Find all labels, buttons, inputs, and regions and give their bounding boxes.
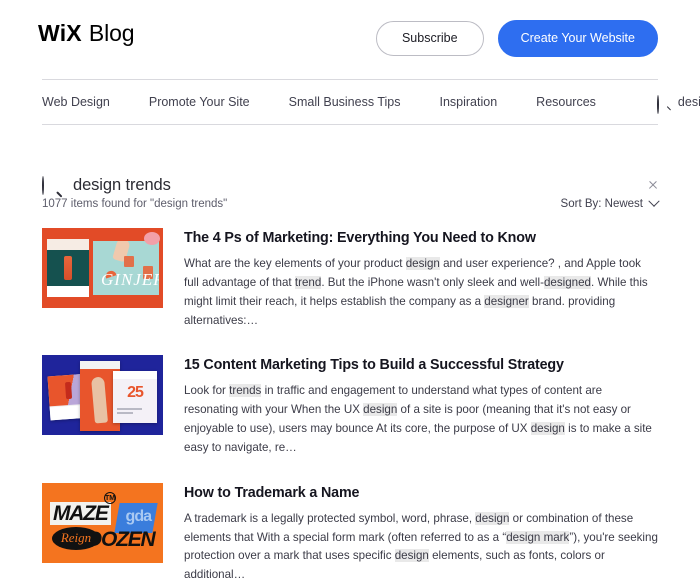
result-snippet: Look for trends in traffic and engagemen…: [184, 384, 652, 454]
header-actions: Subscribe Create Your Website: [375, 20, 658, 57]
ginjer-wordmark: GINJER: [101, 270, 159, 289]
trademark-icon: TM: [104, 491, 116, 504]
maze-wordmark: MAZE: [50, 501, 111, 525]
thumbnail-social-cards[interactable]: 25: [42, 355, 163, 436]
highlighted-term: trend: [294, 275, 322, 289]
highlighted-term: design: [475, 511, 510, 525]
result-title[interactable]: The 4 Ps of Marketing: Everything You Ne…: [184, 230, 658, 247]
nav-item-small-business-tips[interactable]: Small Business Tips: [289, 95, 401, 109]
search-panel: design trends 1077 items found for "desi…: [42, 125, 660, 210]
highlighted-term: design mark: [506, 530, 570, 544]
result-snippet: A trademark is a legally protected symbo…: [184, 511, 658, 582]
search-input[interactable]: design trends: [42, 175, 644, 197]
clear-search-button[interactable]: [644, 176, 662, 194]
wix-blog-logo[interactable]: WiX Blog: [38, 20, 135, 47]
highlighted-term: design: [530, 422, 565, 435]
highlighted-term: designed: [543, 275, 591, 289]
search-icon: [656, 95, 672, 114]
result-title[interactable]: 15 Content Marketing Tips to Build a Suc…: [184, 357, 658, 374]
nav-search-query: design trends: [677, 95, 700, 109]
results-meta: 1077 items found for "design trends" Sor…: [42, 195, 660, 210]
create-website-button[interactable]: Create Your Website: [497, 20, 658, 57]
logo-blog-text: Blog: [88, 20, 135, 46]
nav-item-web-design[interactable]: Web Design: [42, 95, 110, 109]
result-item[interactable]: 25 15 Content Marketing Tips to Build a …: [42, 355, 658, 457]
gda-text: gda: [125, 507, 152, 525]
highlighted-term: design: [394, 549, 429, 563]
subscribe-button[interactable]: Subscribe: [375, 21, 484, 56]
social-card-glyph: 25: [127, 383, 144, 401]
thumbnail-ginjer-branding[interactable]: GINJER: [42, 228, 163, 308]
result-item[interactable]: GINJER The 4 Ps of Marketing: Everything…: [42, 228, 658, 330]
highlighted-term: design: [405, 257, 440, 271]
result-snippet: What are the key elements of your produc…: [184, 257, 648, 327]
nav-item-inspiration[interactable]: Inspiration: [439, 95, 497, 109]
search-results-list: GINJER The 4 Ps of Marketing: Everything…: [42, 228, 658, 585]
thumbnail-maze-dozen-logo[interactable]: gda MAZE TM DOZEN Reign: [42, 482, 163, 563]
highlighted-term: design: [363, 403, 398, 417]
site-header: WiX Blog Subscribe Create Your Website: [0, 0, 700, 79]
highlighted-term: designer: [484, 294, 529, 308]
sort-by-label: Sort By: Newest: [560, 198, 643, 210]
nav-item-promote-your-site[interactable]: Promote Your Site: [149, 95, 250, 109]
result-title[interactable]: How to Trademark a Name: [184, 485, 658, 502]
search-input-value: design trends: [73, 175, 171, 194]
chevron-down-icon: [648, 195, 660, 207]
highlighted-term: trends: [229, 384, 262, 398]
nav-search-control[interactable]: design trends: [656, 95, 700, 114]
reign-wordmark: Reign: [60, 530, 92, 546]
logo-wix-text: WiX: [38, 20, 82, 46]
results-count-text: 1077 items found for "design trends": [42, 198, 228, 210]
search-icon: [42, 175, 63, 197]
sort-by-dropdown[interactable]: Sort By: Newest: [560, 195, 660, 210]
nav-item-resources[interactable]: Resources: [536, 95, 596, 109]
result-item[interactable]: gda MAZE TM DOZEN Reign How to Trademark…: [42, 482, 658, 585]
main-navigation: Web Design Promote Your Site Small Busin…: [42, 79, 700, 125]
